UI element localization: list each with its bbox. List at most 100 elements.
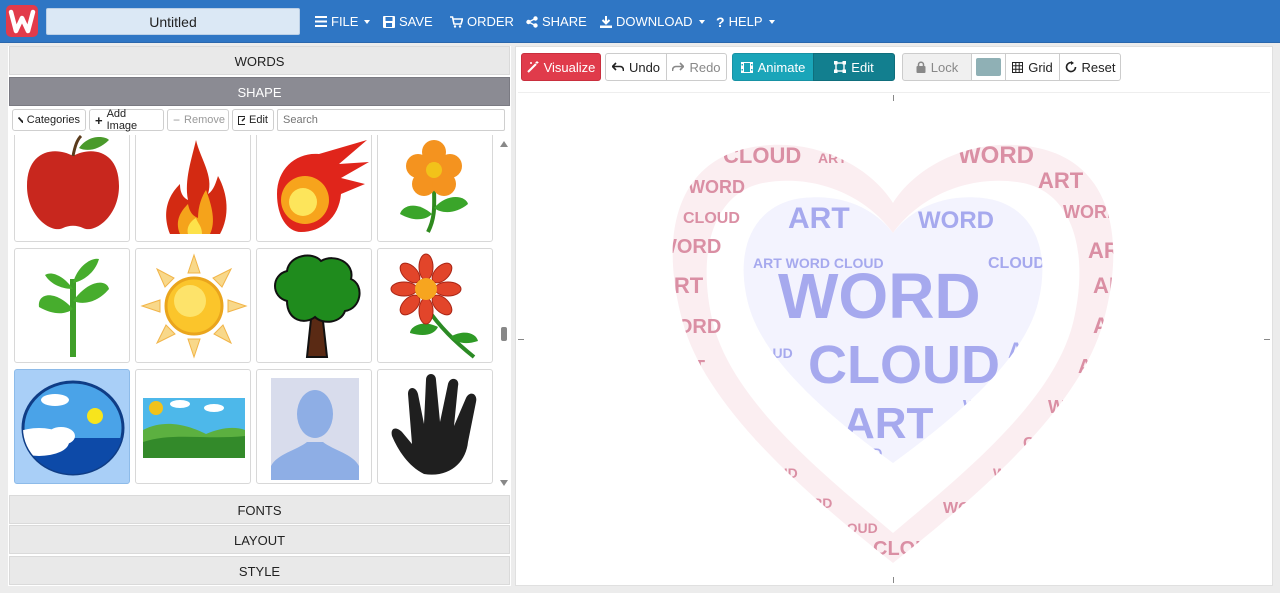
shape-tile-fireball[interactable] — [256, 135, 372, 242]
menu-share-label: SHARE — [542, 14, 587, 29]
minus-icon: − — [173, 113, 181, 127]
redo-button[interactable]: Redo — [666, 53, 727, 81]
shape-search-input[interactable] — [277, 109, 505, 131]
shape-tile-landscape[interactable] — [135, 369, 251, 484]
edit-shape-button[interactable]: Edit — [232, 109, 274, 131]
menu-help[interactable]: ? HELP — [716, 0, 775, 43]
panel-layout[interactable]: LAYOUT — [9, 525, 510, 554]
landscape-icon — [143, 398, 245, 458]
panel-shape[interactable]: SHAPE — [9, 77, 510, 106]
svg-text:WORD: WORD — [918, 207, 994, 234]
reset-icon — [1065, 61, 1076, 73]
top-bar: FILE SAVE ORDER SHARE DOWNLOAD ? HELP — [0, 0, 1280, 43]
grid-icon — [1012, 61, 1024, 73]
cart-icon — [450, 15, 463, 28]
categories-label: Categories — [26, 114, 80, 126]
lock-icon — [916, 61, 926, 73]
plant-icon — [38, 258, 109, 357]
shape-tile-plant[interactable] — [14, 248, 130, 363]
grid-button[interactable]: Grid — [1005, 53, 1060, 81]
chevron-down-icon — [18, 117, 23, 123]
logo-w-icon — [8, 9, 36, 34]
grid-label: Grid — [1028, 59, 1053, 75]
menu-share[interactable]: SHARE — [526, 0, 587, 43]
svg-text:CLOUD: CLOUD — [723, 143, 801, 168]
shape-tile-sun[interactable] — [135, 248, 251, 363]
animate-label: Animate — [757, 59, 806, 75]
shape-tile-hand[interactable] — [377, 369, 493, 484]
menu-order[interactable]: ORDER — [450, 0, 514, 43]
left-panel: WORDS SHAPE Categories + Add Image − Rem… — [8, 46, 511, 586]
svg-text:CLOUD: CLOUD — [748, 465, 798, 481]
menu-file[interactable]: FILE — [315, 0, 371, 43]
undo-label: Undo — [628, 59, 661, 75]
svg-text:WORD: WORD — [958, 142, 1034, 169]
lock-button[interactable]: Lock — [902, 53, 972, 81]
svg-text:WORD: WORD — [1048, 397, 1105, 417]
panel-fonts[interactable]: FONTS — [9, 495, 510, 524]
add-image-label: Add Image — [106, 108, 138, 132]
menu-download[interactable]: DOWNLOAD — [600, 0, 705, 43]
lock-label: Lock — [930, 59, 959, 75]
app-logo[interactable] — [6, 5, 38, 37]
chevron-down-icon — [698, 19, 705, 24]
remove-button[interactable]: − Remove — [167, 109, 229, 131]
animate-button[interactable]: Animate — [732, 53, 814, 81]
shape-tile-globe[interactable] — [14, 369, 130, 484]
word-cloud-canvas[interactable]: CLOUD ART WORD WORD ART CLOUD WORD WORD … — [518, 92, 1270, 584]
svg-text:CLOUD: CLOUD — [828, 520, 878, 536]
svg-text:ART: ART — [1093, 273, 1139, 298]
canvas-bottom-tick — [893, 577, 894, 583]
svg-text:WORD: WORD — [688, 177, 745, 197]
menu-order-label: ORDER — [467, 14, 514, 29]
crop-icon — [834, 61, 847, 73]
shape-grid — [12, 135, 497, 493]
shape-tile-apple[interactable] — [14, 135, 130, 242]
globe-icon — [21, 380, 125, 476]
visualize-button[interactable]: Visualize — [521, 53, 601, 81]
svg-text:CLOUD: CLOUD — [873, 538, 944, 560]
undo-icon — [611, 62, 624, 72]
chevron-down-icon — [364, 19, 371, 24]
background-color-button[interactable] — [971, 53, 1006, 81]
panel-words[interactable]: WORDS — [9, 46, 510, 75]
svg-text:WORD: WORD — [778, 260, 981, 332]
menu-file-label: FILE — [331, 14, 359, 29]
person-silhouette-icon — [271, 378, 359, 480]
shape-grid-scrollbar[interactable] — [499, 135, 509, 493]
svg-text:CLOUD: CLOUD — [1023, 435, 1080, 452]
svg-text:WORD: WORD — [658, 236, 721, 258]
question-icon: ? — [716, 13, 725, 30]
edit-canvas-label: Edit — [851, 59, 874, 75]
document-title-input[interactable] — [46, 8, 300, 35]
canvas-top-tick — [893, 95, 894, 101]
canvas-right-tick — [1264, 339, 1270, 340]
reset-label: Reset — [1081, 59, 1116, 75]
svg-text:ART: ART — [658, 273, 704, 298]
svg-text:CLOUD: CLOUD — [683, 210, 740, 227]
reset-button[interactable]: Reset — [1059, 53, 1121, 81]
svg-text:WORD: WORD — [1063, 202, 1120, 222]
add-image-button[interactable]: + Add Image — [89, 108, 164, 132]
share-icon — [526, 15, 538, 28]
undo-button[interactable]: Undo — [605, 53, 667, 81]
shape-tile-fire[interactable] — [135, 135, 251, 242]
remove-label: Remove — [184, 114, 225, 126]
menu-save-label: SAVE — [399, 14, 433, 29]
svg-text:CLOUD: CLOUD — [988, 255, 1045, 272]
menu-save[interactable]: SAVE — [383, 0, 433, 43]
word-cloud-heart-art: CLOUD ART WORD WORD ART CLOUD WORD WORD … — [658, 142, 1139, 563]
svg-text:WORD: WORD — [788, 495, 832, 511]
edit-canvas-button[interactable]: Edit — [813, 53, 895, 81]
svg-text:CLOUD: CLOUD — [808, 335, 1000, 395]
shape-tile-red-flower[interactable] — [377, 248, 493, 363]
canvas-left-tick — [518, 339, 524, 340]
shape-tile-person-silhouette[interactable] — [256, 369, 372, 484]
magic-wand-icon — [526, 61, 539, 73]
shape-tile-flower[interactable] — [377, 135, 493, 242]
shape-tile-tree[interactable] — [256, 248, 372, 363]
svg-text:ART: ART — [668, 357, 705, 377]
film-icon — [740, 61, 753, 73]
categories-button[interactable]: Categories — [12, 109, 86, 131]
panel-style[interactable]: STYLE — [9, 556, 510, 585]
